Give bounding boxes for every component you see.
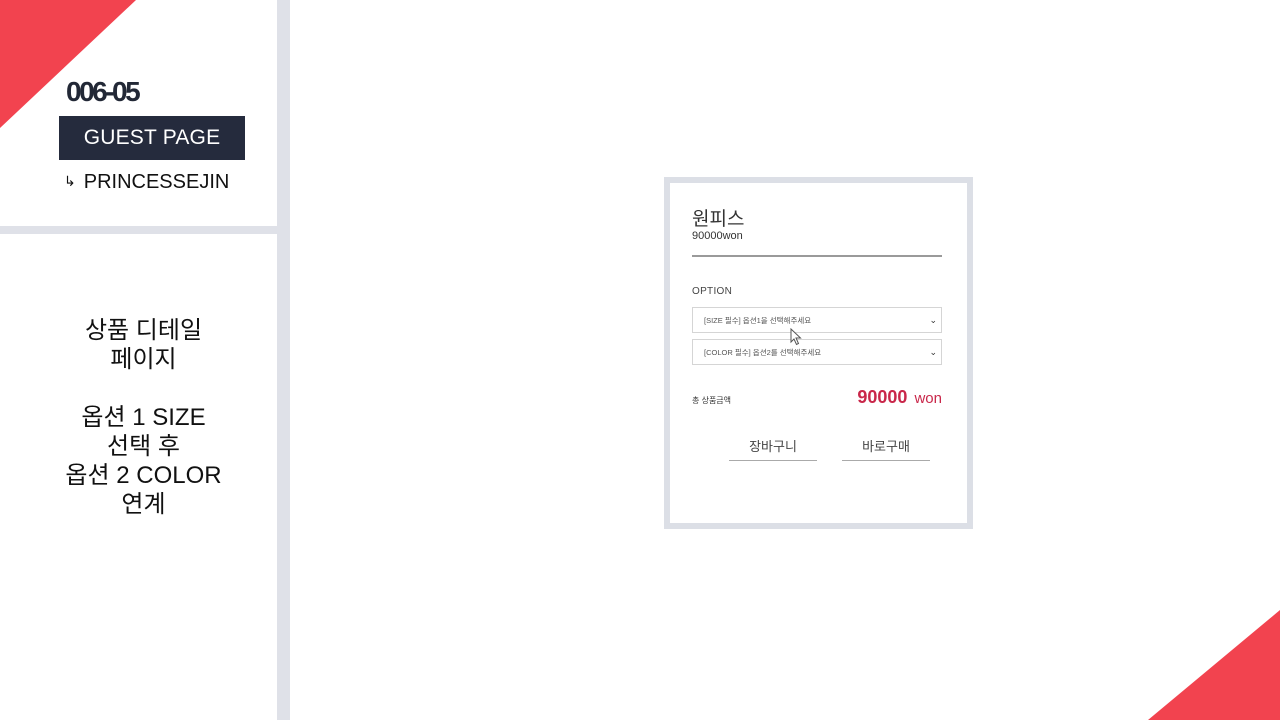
total-price-unit: won xyxy=(914,390,942,407)
description-line: 옵션 2 COLOR xyxy=(65,462,222,489)
description-line: 상품 디테일 xyxy=(84,317,203,344)
size-select-value: [SIZE 필수] 옵션1을 선택해주세요 xyxy=(704,315,812,325)
total-price-value: 90000 xyxy=(857,387,908,407)
author-name: PRINCESSEJIN xyxy=(83,171,230,193)
horizontal-divider xyxy=(0,226,277,234)
return-arrow-icon: ↳ xyxy=(64,173,76,189)
color-select-value: [COLOR 필수] 옵션2를 선택해주세요 xyxy=(704,347,822,357)
total-price-label: 총 상품금액 xyxy=(692,396,732,405)
corner-triangle-top-left xyxy=(0,0,136,128)
description-line: 연계 xyxy=(121,491,166,518)
corner-triangle-bottom-right xyxy=(1148,610,1280,720)
buy-now-button[interactable]: 바로구매 xyxy=(842,431,930,461)
product-detail-card: 원피스 90000won OPTION [SIZE 필수] 옵션1을 선택해주세… xyxy=(664,177,973,529)
chevron-down-icon: ⌄ xyxy=(929,315,937,325)
description-line: 선택 후 xyxy=(107,433,180,460)
total-price: 90000 won xyxy=(857,387,942,408)
chevron-down-icon: ⌄ xyxy=(929,347,937,357)
slide-description: 상품 디테일 페이지 옵션 1 SIZE 선택 후 옵션 2 COLOR 연계 xyxy=(0,316,287,519)
description-line: 페이지 xyxy=(110,346,177,373)
size-select[interactable]: [SIZE 필수] 옵션1을 선택해주세요 ⌄ xyxy=(692,307,942,333)
mouse-cursor-icon xyxy=(790,328,802,346)
description-line: 옵션 1 SIZE xyxy=(81,404,206,431)
product-price: 90000won xyxy=(692,230,743,242)
slide-code: 006-05 xyxy=(66,76,141,107)
price-divider xyxy=(692,255,942,257)
author: ↳ PRINCESSEJIN xyxy=(64,171,229,194)
guest-page-badge: GUEST PAGE xyxy=(59,116,245,160)
add-to-cart-button[interactable]: 장바구니 xyxy=(729,431,817,461)
option-label: OPTION xyxy=(692,286,733,297)
color-select[interactable]: [COLOR 필수] 옵션2를 선택해주세요 ⌄ xyxy=(692,339,942,365)
product-name: 원피스 xyxy=(692,209,745,230)
